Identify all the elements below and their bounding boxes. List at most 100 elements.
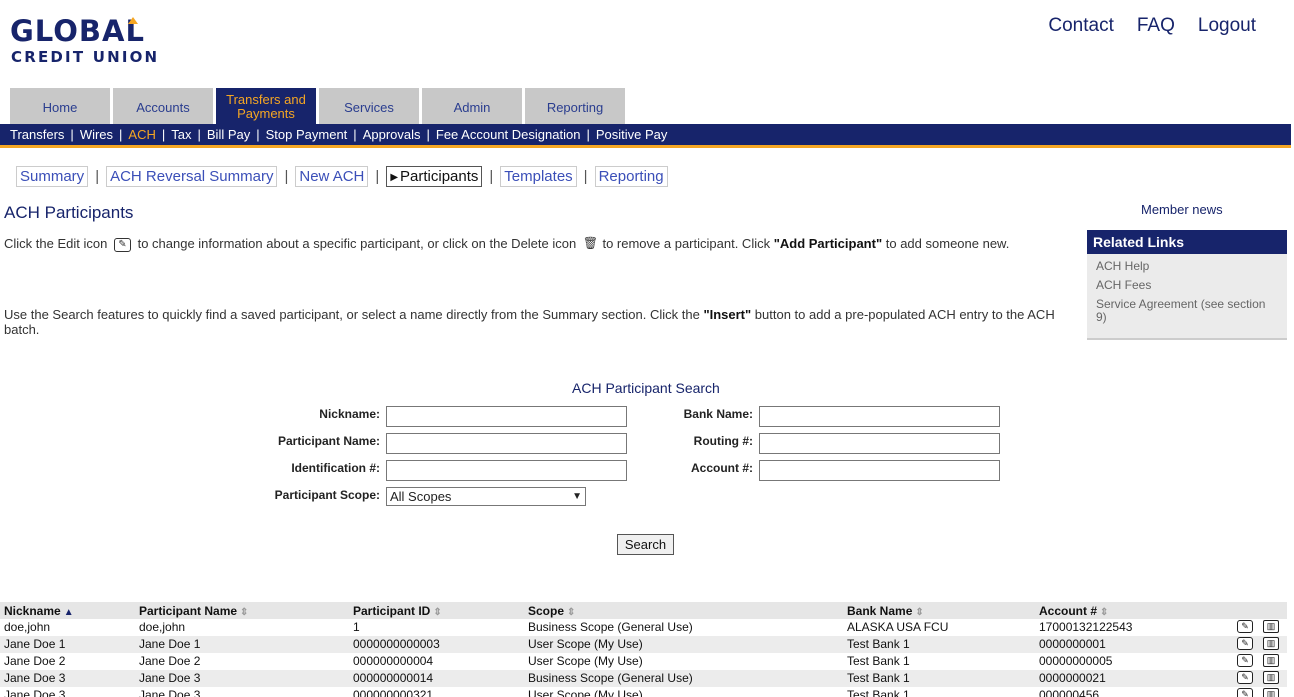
logo-accent-icon [128,17,138,24]
col-participant-id[interactable]: Participant ID ⇕ [353,604,442,618]
cell-nickname[interactable]: Jane Doe 3 [4,671,65,685]
subnav-fee-account-designation[interactable]: Fee Account Designation [436,127,581,142]
cell-nickname[interactable]: Jane Doe 2 [4,654,65,668]
pagetab-summary[interactable]: Summary [16,166,89,187]
table-row: Jane Doe 3 Jane Doe 3 000000000321 User … [0,687,1287,697]
edit-icon[interactable]: ✎ [1237,654,1253,667]
trash-icon[interactable]: ▥ [1263,654,1279,667]
subnav-stop-payment[interactable]: Stop Payment [266,127,348,142]
edit-icon[interactable]: ✎ [1237,620,1253,633]
tab-reporting[interactable]: Reporting [525,88,625,124]
cell-account: 000000456 [1039,688,1100,697]
tab-transfers-and-payments[interactable]: Transfers and Payments [216,88,316,124]
cell-participant-id: 1 [353,620,360,634]
identification-input[interactable] [386,460,627,481]
pagetab-reporting[interactable]: Reporting [594,166,668,187]
cell-participant-name: Jane Doe 2 [139,654,201,668]
edit-icon: ✎ [113,238,131,252]
edit-icon[interactable]: ✎ [1237,688,1253,697]
related-link-service-agreement[interactable]: Service Agreement (see section 9) [1096,298,1279,324]
cell-nickname[interactable]: Jane Doe 1 [4,637,65,651]
edit-icon[interactable]: ✎ [1237,671,1253,684]
cell-participant-name: Jane Doe 1 [139,637,201,651]
participant-scope-select[interactable]: All Scopes ▼ [386,487,586,506]
tab-admin[interactable]: Admin [422,88,522,124]
tab-home[interactable]: Home [10,88,110,124]
pagetab-templates[interactable]: Templates [500,166,577,187]
tab-accounts[interactable]: Accounts [113,88,213,124]
sub-navigation: Transfers | Wires | ACH | Tax | Bill Pay | St… [0,124,1291,148]
cell-participant-id: 000000000321 [353,688,434,697]
col-nickname[interactable]: Nickname ▲ [4,604,74,618]
related-link-ach-help[interactable]: ACH Help [1096,260,1279,273]
instructions-search: Use the Search features to quickly find … [4,307,1059,337]
trash-icon[interactable]: ▥ [1263,637,1279,650]
col-bank-name[interactable]: Bank Name ⇕ [847,604,924,618]
logo-subtitle: CREDIT UNION [11,48,160,66]
separator: | [426,127,430,142]
table-row: Jane Doe 3 Jane Doe 3 000000000014 Busin… [0,670,1287,687]
col-scope[interactable]: Scope ⇕ [528,604,575,618]
cell-account: 0000000021 [1039,671,1106,685]
cell-nickname[interactable]: Jane Doe 3 [4,688,65,697]
logout-link[interactable]: Logout [1198,15,1256,37]
separator: | [586,127,590,142]
cell-bank-name: Test Bank 1 [847,637,910,651]
cell-scope: User Scope (My Use) [528,637,643,651]
cell-participant-name: Jane Doe 3 [139,688,201,697]
routing-input[interactable] [759,433,1000,454]
search-button[interactable]: Search [617,534,674,555]
instr-bold: "Add Participant" [773,236,883,251]
faq-link[interactable]: FAQ [1137,15,1175,37]
separator: | [583,168,588,185]
subnav-wires[interactable]: Wires [80,127,113,142]
subnav-approvals[interactable]: Approvals [363,127,421,142]
col-participant-name[interactable]: Participant Name ⇕ [139,604,248,618]
related-link-ach-fees[interactable]: ACH Fees [1096,279,1279,292]
cell-bank-name: Test Bank 1 [847,688,910,697]
sort-up-icon: ▲ [63,607,74,618]
pagetab-ach-reversal-summary[interactable]: ACH Reversal Summary [106,166,278,187]
ach-page-tabs: Summary | ACH Reversal Summary | New ACH | … [16,166,668,187]
nickname-input[interactable] [386,406,627,427]
cell-scope: Business Scope (General Use) [528,671,693,685]
cell-scope: User Scope (My Use) [528,654,643,668]
subnav-ach[interactable]: ACH [128,127,155,142]
member-news-link[interactable]: Member news [1141,202,1223,217]
subnav-tax[interactable]: Tax [171,127,191,142]
sort-icon: ⇕ [567,607,576,618]
bank-name-label: Bank Name: [683,407,753,421]
col-account[interactable]: Account # ⇕ [1039,604,1108,618]
trash-icon: 🗑 [582,236,599,250]
table-header: Nickname ▲ Participant Name ⇕ Participant … [0,602,1287,619]
trash-icon[interactable]: ▥ [1263,671,1279,684]
bank-name-input[interactable] [759,406,1000,427]
account-input[interactable] [759,460,1000,481]
identification-label: Identification #: [291,461,380,475]
cell-nickname[interactable]: doe,john [4,620,50,634]
related-links-panel: Related Links ACH Help ACH Fees Service … [1087,230,1287,340]
top-links: Contact FAQ Logout [1048,15,1256,37]
cell-participant-id: 000000000014 [353,671,434,685]
participants-table: Nickname ▲ Participant Name ⇕ Participant … [0,602,1287,697]
tab-services[interactable]: Services [319,88,419,124]
subnav-transfers[interactable]: Transfers [10,127,64,142]
separator: | [161,127,166,142]
participant-name-input[interactable] [386,433,627,454]
instr-text: to change information about a specific p… [137,236,577,251]
subnav-positive-pay[interactable]: Positive Pay [596,127,668,142]
col-label: Participant Name [139,604,238,618]
pagetab-new-ach[interactable]: New ACH [295,166,369,187]
routing-label: Routing #: [693,434,753,448]
trash-icon[interactable]: ▥ [1263,688,1279,697]
contact-link[interactable]: Contact [1048,15,1113,37]
col-label: Nickname [4,604,61,618]
participant-name-label: Participant Name: [277,434,380,448]
instr-bold: "Insert" [703,307,752,322]
subnav-bill-pay[interactable]: Bill Pay [207,127,250,142]
trash-icon[interactable]: ▥ [1263,620,1279,633]
brand-logo[interactable]: GLOBAL CREDIT UNION [10,14,159,66]
pagetab-participants[interactable]: ▶ Participants [386,166,483,187]
separator: | [70,127,74,142]
edit-icon[interactable]: ✎ [1237,637,1253,650]
